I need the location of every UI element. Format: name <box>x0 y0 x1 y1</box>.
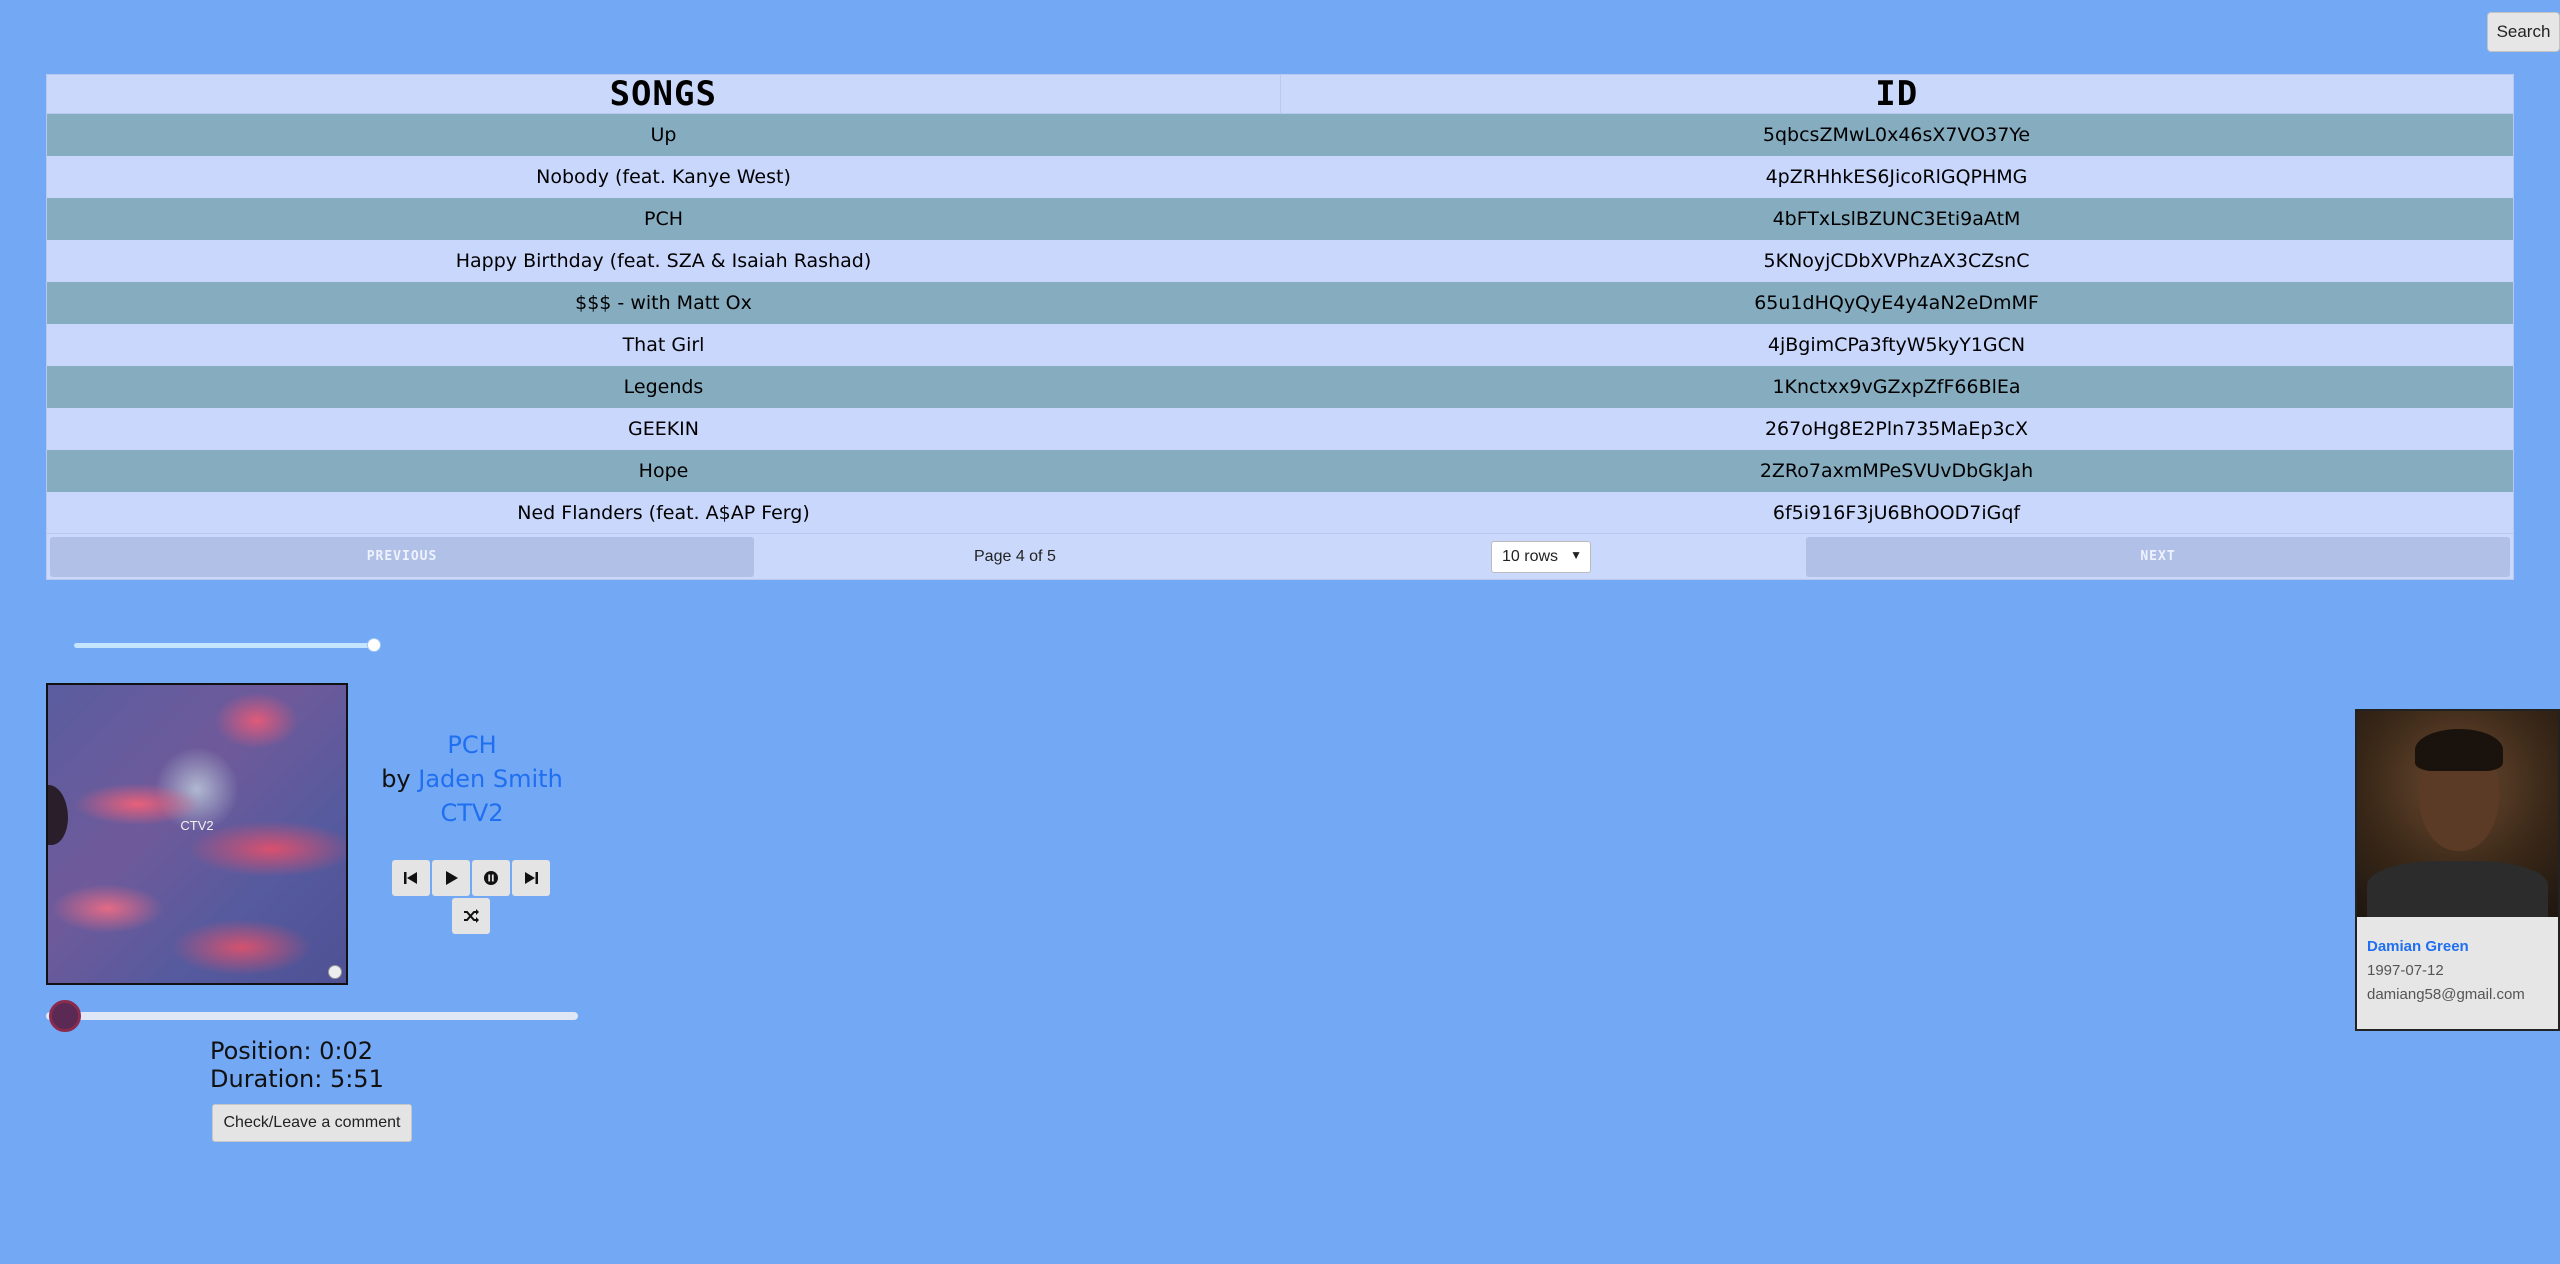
volume-slider-thumb[interactable] <box>367 638 381 652</box>
song-name-cell: Ned Flanders (feat. A$AP Ferg) <box>517 502 810 524</box>
profile-name[interactable]: Damian Green <box>2367 935 2548 959</box>
table-row[interactable]: Legends 1Knctxx9vGZxpZfF66BlEa <box>47 366 2513 408</box>
artist-link[interactable]: Jaden Smith <box>418 765 563 793</box>
table-row[interactable]: Up 5qbcsZMwL0x46sX7VO37Ye <box>47 114 2513 156</box>
next-track-button[interactable] <box>512 860 550 896</box>
song-id-cell: 4pZRHhkES6JicoRlGQPHMG <box>1765 166 2028 188</box>
pause-button[interactable] <box>472 860 510 896</box>
table-row[interactable]: Ned Flanders (feat. A$AP Ferg) 6f5i916F3j… <box>47 492 2513 534</box>
songs-table: SONGS ID Up 5qbcsZMwL0x46sX7VO37Ye Nobody… <box>46 74 2514 580</box>
column-header-id[interactable]: ID <box>1279 74 2514 114</box>
seek-slider-thumb[interactable] <box>49 1000 82 1032</box>
table-row[interactable]: That Girl 4jBgimCPa3ftyW5kyY1GCN <box>47 324 2513 366</box>
previous-page-button[interactable]: PREVIOUS <box>50 536 754 577</box>
profile-birthdate: 1997-07-12 <box>2367 962 2444 979</box>
previous-track-button[interactable] <box>392 860 430 896</box>
song-name-cell: GEEKIN <box>627 418 699 440</box>
seek-slider-track[interactable] <box>46 1012 578 1020</box>
profile-card[interactable]: Damian Green 1997-07-12 damiang58@gmail.… <box>2355 709 2560 1031</box>
album-art-label: CTV2 <box>180 818 214 833</box>
song-name-cell: Happy Birthday (feat. SZA & Isaiah Rasha… <box>455 250 872 272</box>
volume-slider-track[interactable] <box>74 643 376 648</box>
skip-back-icon <box>404 872 417 884</box>
profile-photo <box>2357 711 2558 917</box>
by-label: by <box>381 765 411 793</box>
profile-photo-shirt <box>2367 861 2548 917</box>
song-id-cell: 1Knctxx9vGZxpZfF66BlEa <box>1772 376 2021 398</box>
shuffle-button[interactable] <box>452 898 490 934</box>
table-row[interactable]: Happy Birthday (feat. SZA & Isaiah Rasha… <box>47 240 2513 282</box>
profile-photo-hair <box>2415 729 2503 771</box>
song-id-cell: 4bFTxLslBZUNC3Eti9aAtM <box>1772 208 2021 230</box>
song-name-cell: Hope <box>638 460 689 482</box>
song-name-cell: Up <box>650 124 677 146</box>
song-id-cell: 4jBgimCPa3ftyW5kyY1GCN <box>1767 334 2026 356</box>
play-button[interactable] <box>432 860 470 896</box>
song-name-cell: Legends <box>623 376 704 398</box>
next-page-button[interactable]: NEXT <box>1806 536 2510 577</box>
caret-down-icon: ▼ <box>1570 548 1582 562</box>
song-id-cell: 267oHg8E2Pln735MaEp3cX <box>1764 418 2029 440</box>
table-row[interactable]: Hope 2ZRo7axmMPeSVUvDbGkJah <box>47 450 2513 492</box>
page-info: Page 4 of 5 <box>974 547 1056 565</box>
rows-per-page-select[interactable]: 10 rows ▼ <box>1491 541 1591 573</box>
duration-text: Duration: 5:51 <box>210 1065 384 1093</box>
search-button[interactable]: Search <box>2487 12 2560 52</box>
table-header: SONGS ID <box>47 74 2514 114</box>
table-row[interactable]: Nobody (feat. Kanye West) 4pZRHhkES6JicoR… <box>47 156 2513 198</box>
song-id-cell: 6f5i916F3jU6BhOOD7iGqf <box>1772 502 2021 524</box>
profile-email: damiang58@gmail.com <box>2367 986 2525 1003</box>
table-row[interactable]: $$$ - with Matt Ox 65u1dHQyQyE4y4aN2eDmMF <box>47 282 2513 324</box>
skip-forward-icon <box>525 872 538 884</box>
table-row[interactable]: GEEKIN 267oHg8E2Pln735MaEp3cX <box>47 408 2513 450</box>
profile-details: Damian Green 1997-07-12 damiang58@gmail.… <box>2357 917 2558 1007</box>
table-body: Up 5qbcsZMwL0x46sX7VO37Ye Nobody (feat. K… <box>47 114 2513 534</box>
song-id-cell: 5KNoyjCDbXVPhzAX3CZsnC <box>1763 250 2030 272</box>
position-text: Position: 0:02 <box>210 1037 374 1065</box>
table-row[interactable]: PCH 4bFTxLslBZUNC3Eti9aAtM <box>47 198 2513 240</box>
comment-button[interactable]: Check/Leave a comment <box>212 1104 412 1142</box>
song-name-cell: That Girl <box>622 334 705 356</box>
song-id-cell: 2ZRo7axmMPeSVUvDbGkJah <box>1759 460 2034 482</box>
song-id-cell: 65u1dHQyQyE4y4aN2eDmMF <box>1754 292 2039 314</box>
playback-times: Position: 0:02 Duration: 5:51 <box>210 1037 410 1093</box>
song-name-cell: Nobody (feat. Kanye West) <box>536 166 791 188</box>
column-header-songs[interactable]: SONGS <box>47 74 1280 114</box>
pagination-center: Page 4 of 5 10 rows ▼ <box>754 534 1806 579</box>
song-name-cell: PCH <box>643 208 683 230</box>
pause-circle-icon <box>484 871 498 885</box>
song-id-cell: 5qbcsZMwL0x46sX7VO37Ye <box>1762 124 2031 146</box>
track-info: PCH by Jaden Smith CTV2 <box>372 728 572 830</box>
album-art-figure <box>48 785 68 845</box>
album-badge-icon <box>328 965 342 979</box>
rows-per-page-value: 10 rows <box>1502 548 1559 565</box>
pagination-bar: PREVIOUS Page 4 of 5 10 rows ▼ NEXT <box>47 533 2513 579</box>
album-link[interactable]: CTV2 <box>440 799 503 827</box>
shuffle-icon <box>464 909 479 923</box>
play-icon <box>446 871 458 885</box>
album-art: CTV2 <box>46 683 348 985</box>
song-name-cell: $$$ - with Matt Ox <box>575 292 752 314</box>
track-title-link[interactable]: PCH <box>447 731 496 759</box>
